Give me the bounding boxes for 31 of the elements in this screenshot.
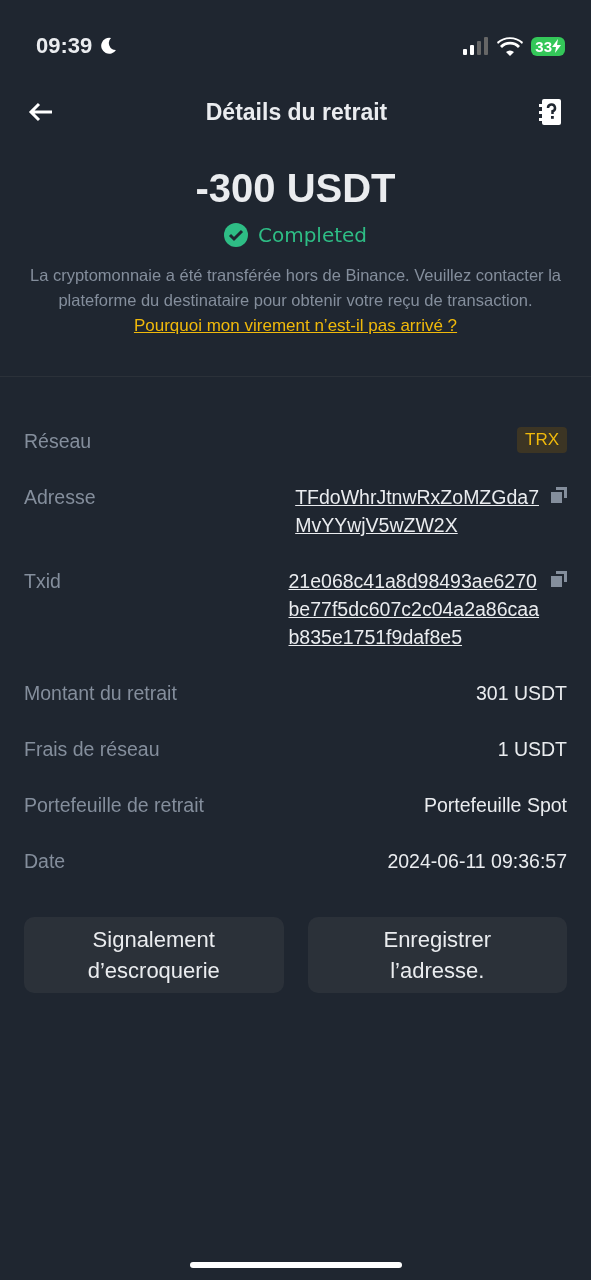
copy-icon[interactable] <box>551 571 567 587</box>
battery-icon: 33 <box>531 36 565 56</box>
info-message: La cryptomonnaie a été transférée hors de Binance. Veuillez contacter la plateforme du destinataire pour obtenir votre reçu de transaction. <box>28 265 563 311</box>
detail-link[interactable]: TFdoWhrJtnwRxZoMZGda7 MvYYwjV5wZW2X <box>295 483 539 539</box>
detail-value: Portefeuille Spot <box>423 793 567 818</box>
back-arrow-icon[interactable] <box>28 102 54 122</box>
status-text: Completed <box>257 223 368 247</box>
help-link[interactable]: Pourquoi mon virement n’est-il pas arrivé ? <box>133 316 458 336</box>
action-button[interactable]: Signalement d’escroquerie <box>24 917 284 993</box>
detail-value: 1 USDT <box>497 737 567 762</box>
detail-label: Montant du retrait <box>24 681 177 706</box>
network-badge: TRX <box>517 427 567 453</box>
help-book-icon[interactable] <box>539 99 561 125</box>
action-button[interactable]: Enregistrer l’adresse. <box>307 917 567 993</box>
detail-link[interactable]: 21e068c41a8d98493ae6270 be77f5dc607c2c04a2a86caa b835e1751f9daf8e5 <box>288 567 539 651</box>
detail-value: 2024-06-11 09:36:57 <box>387 849 567 874</box>
check-circle-icon <box>223 223 248 247</box>
wifi-icon <box>497 36 524 56</box>
status-time: 09:39 <box>36 33 93 59</box>
detail-label: Adresse <box>24 485 96 510</box>
detail-label: Réseau <box>24 429 92 454</box>
amount: -300 USDT <box>195 166 396 211</box>
detail-label: Frais de réseau <box>24 737 160 762</box>
moon-icon <box>98 36 119 56</box>
signal-icon <box>463 37 490 55</box>
copy-icon[interactable] <box>551 487 567 503</box>
page-title: Détails du retrait <box>205 98 388 126</box>
detail-label: Date <box>24 849 66 874</box>
detail-value: 301 USDT <box>475 681 567 706</box>
detail-label: Portefeuille de retrait <box>24 793 204 818</box>
detail-label: Txid <box>24 569 61 594</box>
